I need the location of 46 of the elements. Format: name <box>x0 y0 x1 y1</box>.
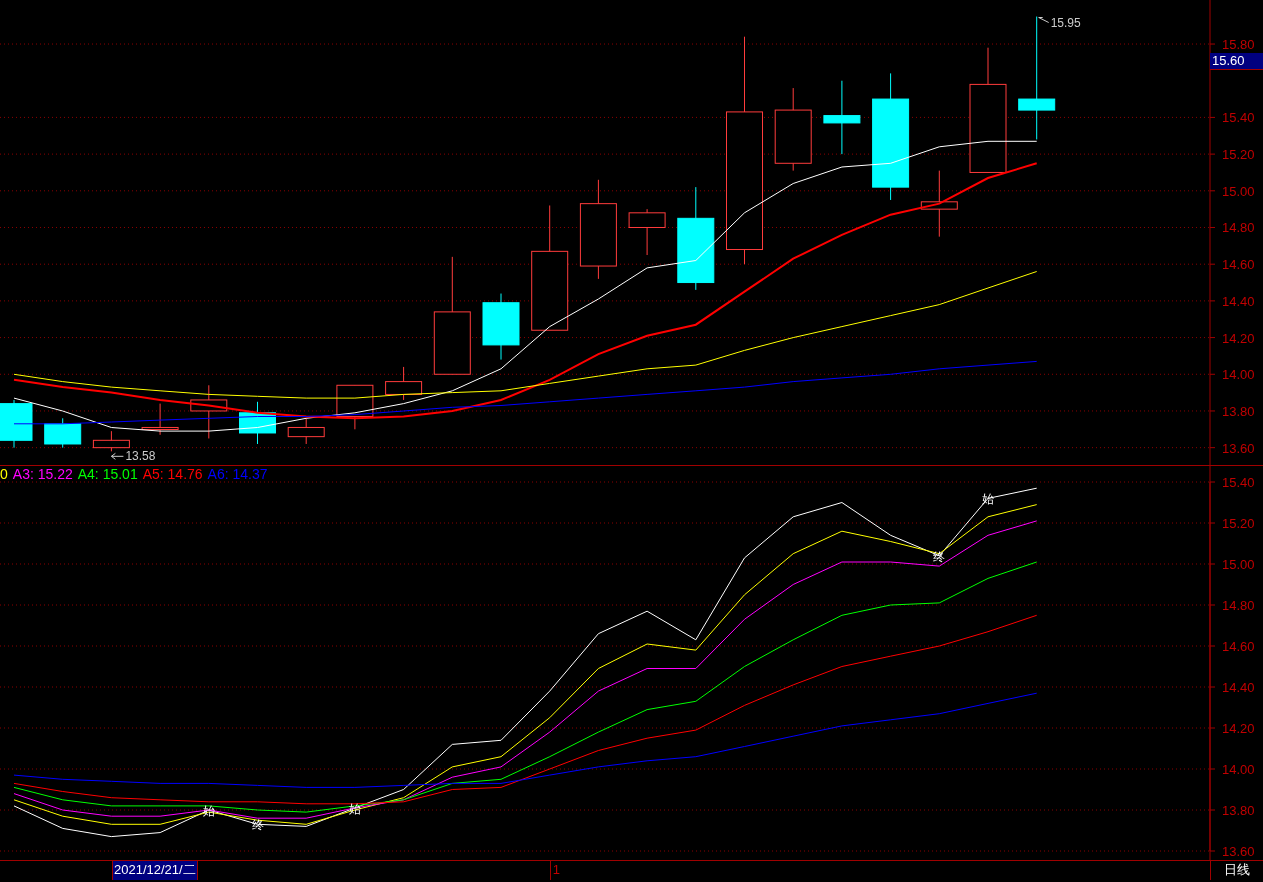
tick-label: 14.20 <box>1222 721 1255 736</box>
tick-label: 13.80 <box>1222 403 1255 419</box>
tick-label: 14.00 <box>1222 762 1255 777</box>
legend-item: A3: 15.22 <box>12 466 73 482</box>
tick-label: 15.20 <box>1222 516 1255 531</box>
candlestick <box>239 401 276 445</box>
candlestick <box>385 366 423 401</box>
tick-label: 13.80 <box>1222 803 1255 818</box>
tick-label: 15.80 <box>1222 37 1255 53</box>
signal-label: 终 <box>933 549 946 564</box>
arrow-icon <box>110 452 124 460</box>
candlestick <box>0 399 33 449</box>
legend-item: A5: 14.76 <box>142 466 203 482</box>
legend-item: A4: 15.01 <box>77 466 138 482</box>
candlestick <box>92 430 130 452</box>
period-label[interactable]: 日线 <box>1210 861 1263 880</box>
tick-label: 14.60 <box>1222 257 1255 273</box>
tick-label: 13.60 <box>1222 440 1255 456</box>
legend-item: A6: 14.37 <box>207 466 268 482</box>
tick-label: 14.80 <box>1222 220 1255 236</box>
value-label: 13.58 <box>125 449 156 464</box>
candlestick <box>920 170 958 238</box>
arrow-icon <box>1038 17 1050 23</box>
candlestick <box>190 384 228 439</box>
tick-label: 14.80 <box>1222 598 1255 613</box>
tick-label: 14.40 <box>1222 293 1255 309</box>
candlestick <box>482 293 520 361</box>
tick-label: 15.40 <box>1222 110 1255 126</box>
legend-item: 0 <box>0 466 8 482</box>
candlestick <box>628 208 666 256</box>
price-label: 15.60 <box>1210 53 1263 70</box>
tick-label: 13.60 <box>1222 844 1255 859</box>
tick-label: 14.60 <box>1222 639 1255 654</box>
value-label: 15.95 <box>1050 15 1081 30</box>
date-label: 2021/12/21/二 <box>112 861 198 880</box>
tick-label: 15.20 <box>1222 147 1255 163</box>
tick-label: 14.40 <box>1222 680 1255 695</box>
candlestick <box>44 417 82 449</box>
tick-label: 15.00 <box>1222 183 1255 199</box>
candlestick <box>141 403 179 436</box>
tick-label: 15.40 <box>1222 475 1255 490</box>
tick-label: 14.00 <box>1222 367 1255 383</box>
candlestick <box>287 417 325 445</box>
tick-label: 14.20 <box>1222 330 1255 346</box>
candlestick <box>336 384 374 430</box>
tick-label: 15.00 <box>1222 557 1255 572</box>
